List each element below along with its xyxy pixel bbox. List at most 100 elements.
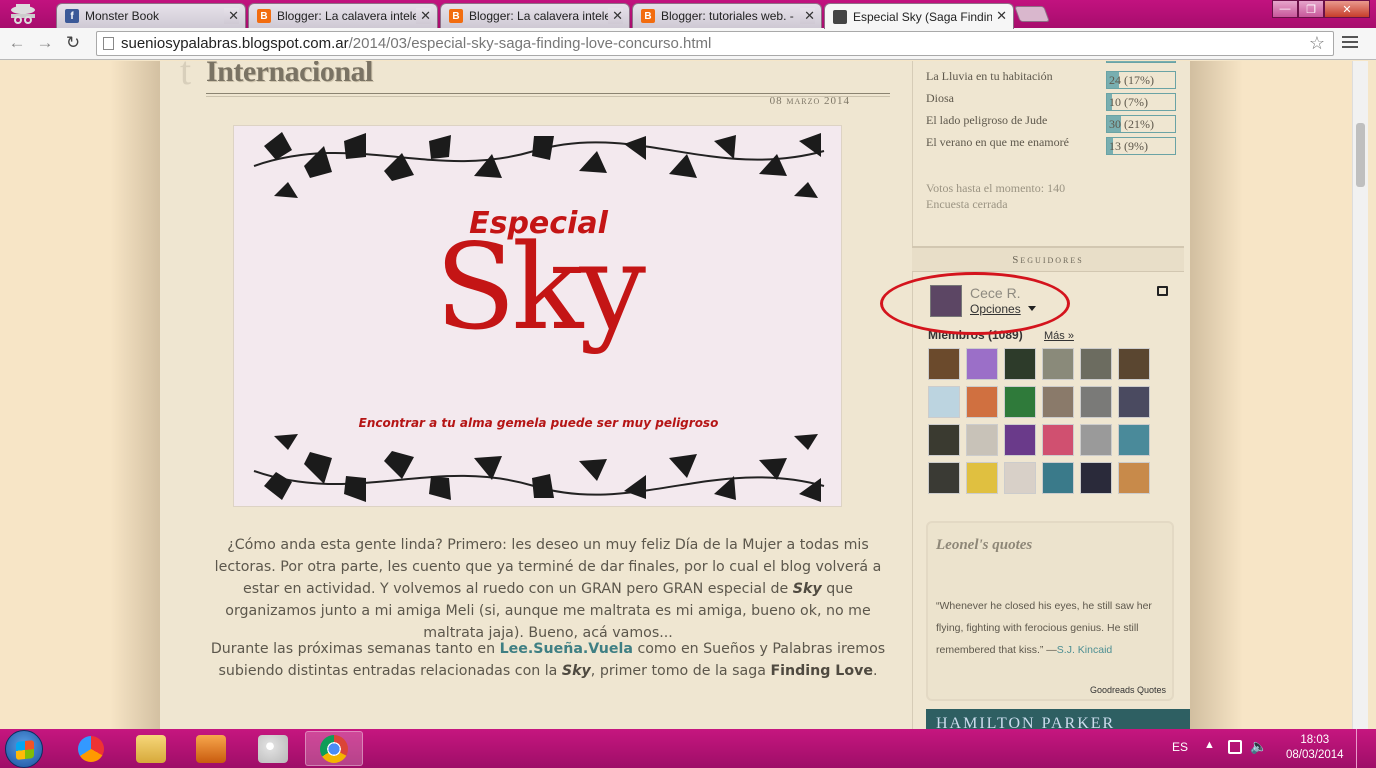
member-avatar[interactable]: [1042, 424, 1074, 456]
tab-blogger-2[interactable]: B Blogger: La calavera intele ✕: [440, 3, 630, 28]
incognito-icon: [11, 4, 35, 24]
bookmark-star-icon[interactable]: ☆: [1309, 32, 1325, 55]
vertical-scrollbar[interactable]: [1352, 61, 1368, 729]
close-tab-icon[interactable]: ✕: [992, 8, 1007, 24]
menu-icon[interactable]: [1342, 34, 1358, 50]
member-avatar[interactable]: [1080, 348, 1112, 380]
network-icon[interactable]: [1228, 740, 1242, 754]
followers-heading: Seguidores: [912, 246, 1184, 272]
members-grid: [928, 348, 1156, 494]
show-desktop-button[interactable]: [1356, 729, 1376, 768]
goodreads-link[interactable]: Goodreads Quotes: [1090, 685, 1166, 695]
tray-expand-icon[interactable]: ▲: [1204, 739, 1215, 751]
member-avatar[interactable]: [966, 424, 998, 456]
post-column: t Internacional 08 marzo 2014 Especial S…: [160, 61, 910, 729]
poll-status: Encuesta cerrada: [926, 197, 1008, 211]
scrollbar-thumb[interactable]: [1356, 123, 1365, 187]
poll-row: El lado peligroso de Jude 30 (21%): [926, 113, 1186, 133]
clock-time: 18:03: [1300, 734, 1330, 746]
member-avatar[interactable]: [928, 348, 960, 380]
tab-especial-sky[interactable]: Especial Sky (Saga Finding ✕: [824, 3, 1014, 29]
popout-icon[interactable]: [1157, 286, 1168, 296]
quotes-widget: Leonel's quotes “Whenever he closed his …: [926, 521, 1174, 701]
member-avatar[interactable]: [1080, 424, 1112, 456]
quotes-title[interactable]: Leonel's quotes: [936, 537, 1032, 554]
close-tab-icon[interactable]: ✕: [224, 8, 239, 24]
banner-tagline: Encontrar a tu alma gemela puede ser muy…: [358, 416, 719, 430]
page-icon: [103, 37, 114, 50]
blogger-icon: B: [449, 9, 463, 23]
sidebar-banner[interactable]: HAMILTON PARKER: [926, 709, 1190, 729]
speaker-icon[interactable]: 🔈: [1250, 738, 1267, 755]
forward-arrow-icon[interactable]: →: [34, 33, 56, 53]
member-avatar[interactable]: [1004, 386, 1036, 418]
new-tab-button[interactable]: [1014, 6, 1050, 22]
clock[interactable]: 18:03 08/03/2014: [1286, 733, 1344, 763]
member-avatar[interactable]: [966, 348, 998, 380]
tab-strip: f Monster Book ✕ B Blogger: La calavera …: [0, 0, 1376, 29]
blogger-icon: B: [257, 9, 271, 23]
windows-taskbar: ES ▲ 🔈 18:03 08/03/2014: [0, 729, 1376, 768]
blog-container: t Internacional 08 marzo 2014 Especial S…: [160, 61, 1190, 729]
facebook-icon: f: [65, 9, 79, 23]
tab-blogger-3[interactable]: B Blogger: tutoriales web. - ✕: [632, 3, 822, 28]
member-avatar[interactable]: [966, 386, 998, 418]
browser-toolbar: ← → ↻ sueniosypalabras.blogspot.com.ar/2…: [0, 28, 1376, 60]
url-host: sueniosypalabras.blogspot.com.ar: [121, 35, 349, 52]
close-window-button[interactable]: ✕: [1324, 0, 1370, 18]
member-avatar[interactable]: [1004, 424, 1036, 456]
member-avatar[interactable]: [928, 424, 960, 456]
clock-date: 08/03/2014: [1286, 749, 1344, 761]
member-avatar[interactable]: [1004, 348, 1036, 380]
page-icon: [833, 9, 847, 24]
tab-blogger-1[interactable]: B Blogger: La calavera intele ✕: [248, 3, 438, 28]
poll-row: Diosa 10 (7%): [926, 91, 1186, 111]
member-avatar[interactable]: [1080, 386, 1112, 418]
start-button[interactable]: [5, 730, 43, 768]
member-avatar[interactable]: [1080, 462, 1112, 494]
member-avatar[interactable]: [1042, 386, 1074, 418]
post-banner-image: Especial Sky Encontrar a tu alma gemela …: [233, 125, 842, 507]
address-bar[interactable]: sueniosypalabras.blogspot.com.ar/2014/03…: [96, 31, 1334, 56]
maximize-button[interactable]: ❐: [1298, 0, 1324, 18]
url-path: /2014/03/especial-sky-saga-finding-love-…: [348, 35, 712, 52]
title-ornament: t: [180, 61, 192, 93]
taskbar-paint-icon[interactable]: [244, 731, 302, 766]
web-page: t Internacional 08 marzo 2014 Especial S…: [0, 61, 1352, 729]
minimize-button[interactable]: —: [1272, 0, 1298, 18]
back-arrow-icon[interactable]: ←: [6, 33, 28, 53]
more-members-link[interactable]: Más »: [1044, 330, 1074, 342]
close-tab-icon[interactable]: ✕: [800, 8, 815, 24]
member-avatar[interactable]: [1004, 462, 1036, 494]
member-avatar[interactable]: [966, 462, 998, 494]
highlight-circle: [880, 272, 1070, 335]
taskbar-player-icon[interactable]: [182, 731, 240, 766]
window-controls: — ❐ ✕: [1272, 0, 1370, 20]
post-title[interactable]: Internacional: [206, 61, 373, 89]
close-tab-icon[interactable]: ✕: [416, 8, 431, 24]
taskbar-explorer-icon[interactable]: [122, 731, 180, 766]
member-avatar[interactable]: [1118, 424, 1150, 456]
member-avatar[interactable]: [1042, 462, 1074, 494]
post-paragraph-1: ¿Cómo anda esta gente linda? Primero: le…: [214, 537, 882, 641]
lee-suena-vuela-link[interactable]: Lee.Sueña.Vuela: [500, 641, 633, 657]
reload-icon[interactable]: ↻: [62, 33, 84, 53]
taskbar-media-icon[interactable]: [62, 731, 120, 766]
tab-monster-book[interactable]: f Monster Book ✕: [56, 3, 246, 28]
member-avatar[interactable]: [1118, 462, 1150, 494]
language-indicator[interactable]: ES: [1172, 740, 1188, 754]
close-tab-icon[interactable]: ✕: [608, 8, 623, 24]
post-paragraph-2: Durante las próximas semanas tanto en Le…: [210, 641, 886, 679]
poll-row: La Lluvia en tu habitación 24 (17%): [926, 69, 1186, 89]
poll-bar-cutoff: [1106, 61, 1176, 63]
post-date: 08 marzo 2014: [769, 95, 850, 107]
member-avatar[interactable]: [928, 386, 960, 418]
member-avatar[interactable]: [1118, 348, 1150, 380]
member-avatar[interactable]: [1042, 348, 1074, 380]
taskbar-chrome-icon[interactable]: [305, 731, 363, 766]
member-avatar[interactable]: [1118, 386, 1150, 418]
quote-author-link[interactable]: S.J. Kincaid: [1057, 644, 1112, 656]
member-avatar[interactable]: [928, 462, 960, 494]
quote-text: “Whenever he closed his eyes, he still s…: [936, 600, 1152, 656]
poll-row: El verano en que me enamoré 13 (9%): [926, 135, 1186, 155]
